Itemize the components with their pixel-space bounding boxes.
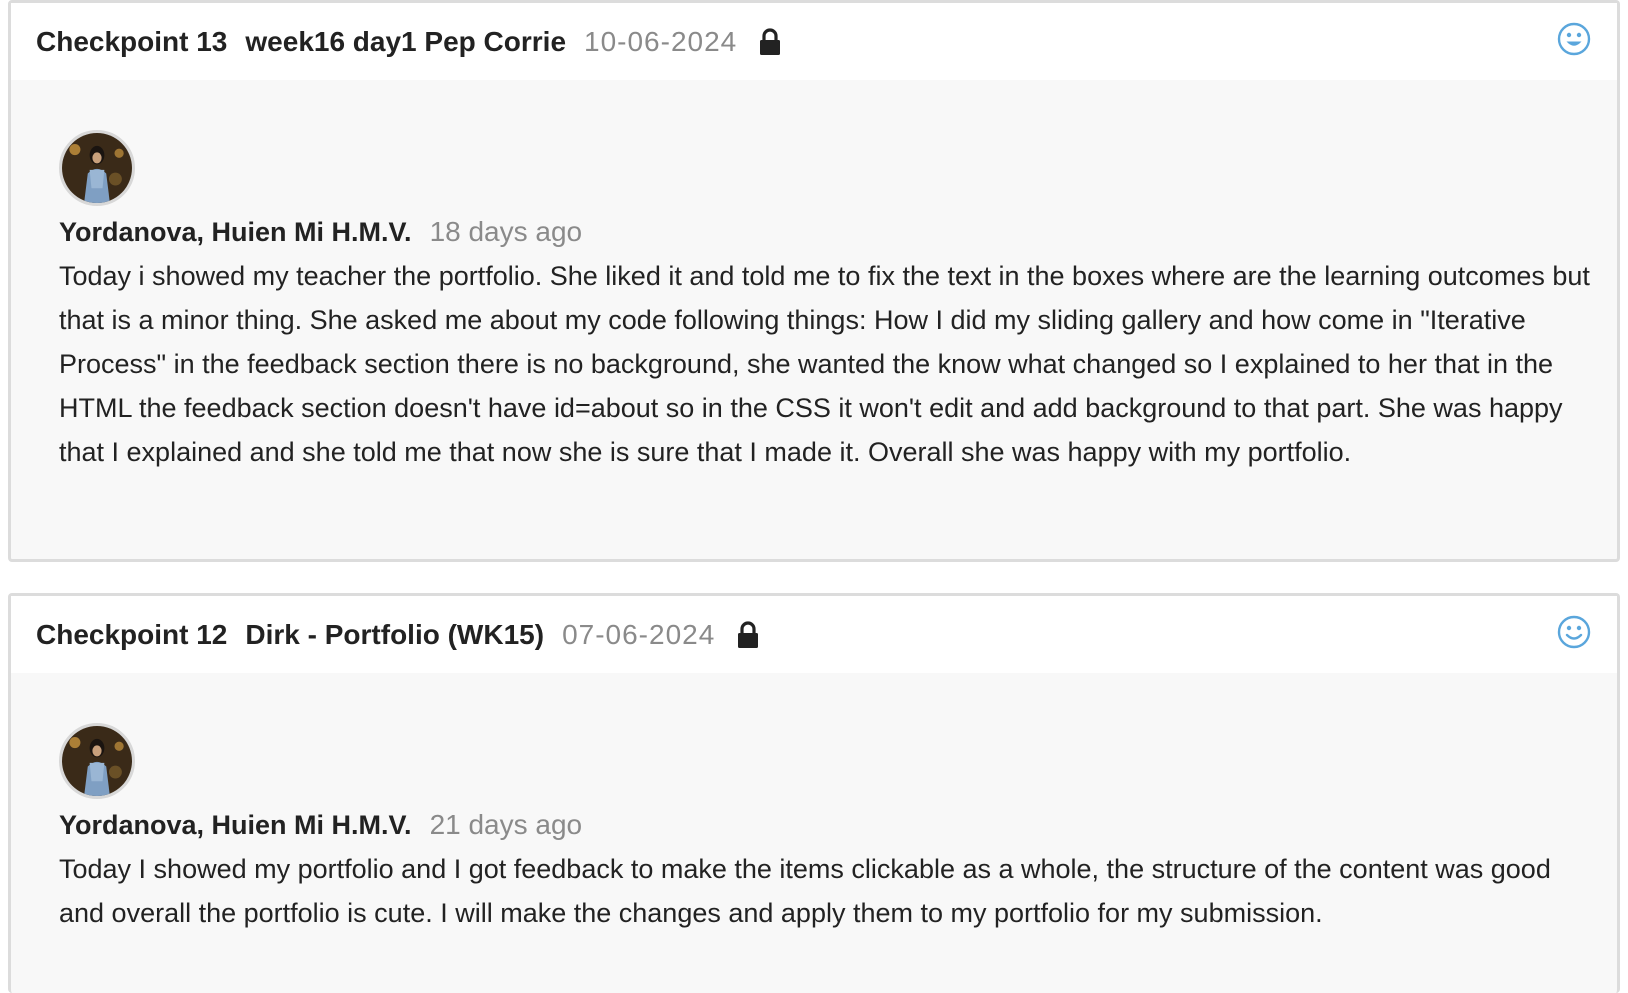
- comment: Yordanova, Huien Mi H.M.V. 18 days ago T…: [59, 130, 1593, 474]
- comment-timestamp: 21 days ago: [429, 809, 583, 840]
- comment-meta: Yordanova, Huien Mi H.M.V. 21 days ago: [59, 803, 1593, 847]
- lock-icon: [738, 620, 759, 648]
- comment-timestamp: 18 days ago: [429, 216, 583, 247]
- comment: Yordanova, Huien Mi H.M.V. 21 days ago T…: [59, 723, 1593, 935]
- checkpoint-title: week16 day1 Pep Corrie: [245, 25, 567, 57]
- avatar[interactable]: [59, 130, 135, 206]
- comment-text: Today i showed my teacher the portfolio.…: [59, 261, 1590, 467]
- checkpoint-card: Checkpoint 13 week16 day1 Pep Corrie 10-…: [8, 0, 1620, 562]
- checkpoint-title: Dirk - Portfolio (WK15): [245, 618, 545, 650]
- smiley-icon[interactable]: [1557, 22, 1591, 56]
- checkpoint-date: 07-06-2024: [562, 618, 716, 650]
- comment-author: Yordanova, Huien Mi H.M.V.: [59, 216, 412, 247]
- comment-text: Today I showed my portfolio and I got fe…: [59, 854, 1551, 928]
- smiley-icon[interactable]: [1557, 615, 1591, 649]
- checkpoint-date: 10-06-2024: [584, 25, 738, 57]
- checkpoint-number: Checkpoint 13: [36, 25, 228, 57]
- comment-author: Yordanova, Huien Mi H.M.V.: [59, 809, 412, 840]
- checkpoint-header: Checkpoint 12 Dirk - Portfolio (WK15) 07…: [11, 596, 1617, 673]
- avatar[interactable]: [59, 723, 135, 799]
- comment-meta: Yordanova, Huien Mi H.M.V. 18 days ago: [59, 210, 1593, 254]
- checkpoint-card: Checkpoint 12 Dirk - Portfolio (WK15) 07…: [8, 593, 1620, 993]
- checkpoint-number: Checkpoint 12: [36, 618, 228, 650]
- checkpoint-header: Checkpoint 13 week16 day1 Pep Corrie 10-…: [11, 3, 1617, 80]
- lock-icon: [760, 27, 781, 55]
